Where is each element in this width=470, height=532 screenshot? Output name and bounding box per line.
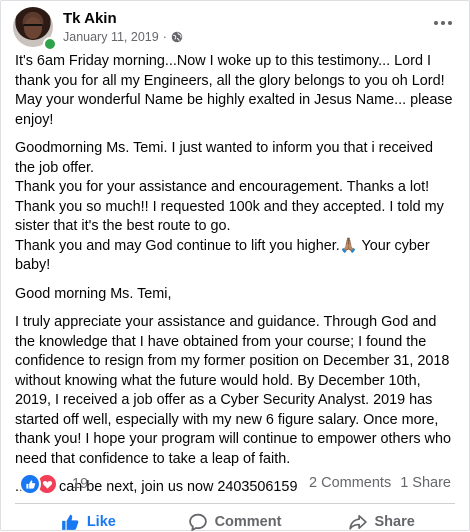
globe-icon[interactable] — [171, 31, 183, 43]
reaction-count[interactable]: 19 — [72, 476, 88, 492]
post-paragraph-4: I truly appreciate your assistance and g… — [15, 314, 451, 467]
share-button[interactable]: Share — [308, 506, 455, 532]
more-options-icon[interactable] — [429, 13, 457, 33]
reactions-summary[interactable]: 19 — [19, 473, 88, 495]
actions-divider — [15, 503, 455, 504]
comment-label: Comment — [214, 514, 282, 530]
avatar-glasses — [23, 24, 43, 31]
post-body: It's 6am Friday morning...Now I woke up … — [15, 52, 455, 507]
comment-icon — [188, 513, 207, 531]
online-status-indicator — [43, 37, 57, 51]
comment-button[interactable]: Comment — [162, 506, 309, 532]
comments-count[interactable]: 2 Comments — [309, 475, 391, 491]
post-header: Tk Akin January 11, 2019 · — [13, 7, 457, 51]
post-meta: January 11, 2019 · — [63, 30, 183, 44]
post-actions-bar: Like Comment Share — [15, 506, 455, 532]
facebook-post: Tk Akin January 11, 2019 · It's 6am Frid… — [0, 0, 470, 531]
post-paragraph-1: It's 6am Friday morning...Now I woke up … — [15, 53, 453, 128]
thumbs-up-icon — [61, 514, 79, 530]
post-paragraph-3: Good morning Ms. Temi, — [15, 285, 172, 302]
share-label: Share — [374, 514, 415, 530]
author-name[interactable]: Tk Akin — [63, 10, 117, 27]
like-button[interactable]: Like — [15, 506, 162, 532]
engagement-counts: 2 Comments 1 Share — [309, 475, 451, 491]
shares-count[interactable]: 1 Share — [400, 475, 451, 491]
post-date[interactable]: January 11, 2019 — [63, 30, 159, 44]
like-reaction-icon — [19, 473, 41, 495]
meta-separator: · — [162, 30, 167, 44]
post-paragraph-2: Goodmorning Ms. Temi. I just wanted to i… — [15, 140, 444, 273]
like-label: Like — [86, 514, 116, 530]
share-icon — [348, 514, 367, 530]
